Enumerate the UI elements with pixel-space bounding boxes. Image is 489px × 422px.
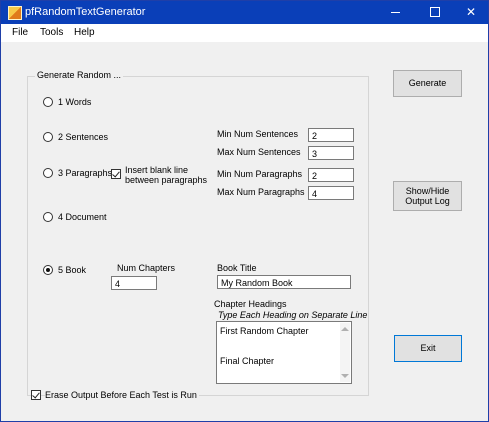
menu-bar: File Tools Help bbox=[1, 24, 488, 42]
max-paragraphs-label: Max Num Paragraphs bbox=[217, 187, 305, 197]
window-title: pfRandomTextGenerator bbox=[25, 6, 146, 18]
erase-output-checkbox[interactable] bbox=[31, 390, 41, 400]
num-chapters-input[interactable]: 4 bbox=[111, 276, 157, 290]
max-sentences-input[interactable]: 3 bbox=[308, 146, 354, 160]
radio-document[interactable] bbox=[43, 212, 53, 222]
app-icon bbox=[8, 6, 22, 20]
scroll-up-icon[interactable] bbox=[341, 327, 349, 331]
radio-book[interactable] bbox=[43, 265, 53, 275]
min-sentences-label: Min Num Sentences bbox=[217, 129, 299, 139]
maximize-icon bbox=[430, 7, 440, 17]
insert-blank-line-label-1[interactable]: Insert blank line bbox=[125, 165, 188, 175]
menu-tools[interactable]: Tools bbox=[40, 27, 63, 38]
main-window: pfRandomTextGenerator ✕ File Tools Help … bbox=[0, 0, 489, 422]
minimize-button[interactable] bbox=[377, 1, 413, 24]
radio-words-label[interactable]: 1 Words bbox=[58, 97, 91, 107]
heading-line-3: Final Chapter bbox=[220, 356, 275, 366]
show-hide-log-button[interactable]: Show/Hide Output Log bbox=[393, 181, 462, 211]
show-hide-label-2: Output Log bbox=[405, 196, 450, 206]
max-sentences-label: Max Num Sentences bbox=[217, 147, 301, 157]
check-icon bbox=[32, 390, 40, 399]
book-title-input[interactable]: My Random Book bbox=[217, 275, 351, 289]
minimize-icon bbox=[391, 12, 400, 13]
min-paragraphs-input[interactable]: 2 bbox=[308, 168, 354, 182]
maximize-button[interactable] bbox=[417, 1, 453, 24]
min-paragraphs-label: Min Num Paragraphs bbox=[217, 169, 303, 179]
title-bar[interactable]: pfRandomTextGenerator ✕ bbox=[1, 1, 488, 24]
insert-blank-line-checkbox[interactable] bbox=[111, 169, 121, 179]
radio-sentences[interactable] bbox=[43, 132, 53, 142]
menu-file[interactable]: File bbox=[12, 27, 28, 38]
show-hide-label-1: Show/Hide bbox=[405, 186, 450, 196]
radio-sentences-label[interactable]: 2 Sentences bbox=[58, 132, 108, 142]
scroll-down-icon[interactable] bbox=[341, 374, 349, 378]
radio-paragraphs[interactable] bbox=[43, 168, 53, 178]
min-sentences-input[interactable]: 2 bbox=[308, 128, 354, 142]
check-icon bbox=[112, 169, 120, 178]
exit-button[interactable]: Exit bbox=[394, 335, 462, 362]
chapter-headings-scrollbar[interactable] bbox=[340, 323, 350, 382]
close-button[interactable]: ✕ bbox=[453, 1, 488, 24]
chapter-headings-textarea[interactable]: First Random Chapter Final Chapter bbox=[216, 321, 352, 384]
heading-line-1: First Random Chapter bbox=[220, 326, 309, 336]
insert-blank-line-label-2[interactable]: between paragraphs bbox=[125, 175, 207, 185]
radio-words[interactable] bbox=[43, 97, 53, 107]
generate-button[interactable]: Generate bbox=[393, 70, 462, 97]
generate-button-label: Generate bbox=[408, 78, 447, 88]
close-icon: ✕ bbox=[465, 5, 477, 19]
group-label: Generate Random ... bbox=[35, 70, 124, 80]
erase-output-label[interactable]: Erase Output Before Each Test is Run bbox=[45, 390, 199, 400]
exit-button-label: Exit bbox=[420, 343, 436, 353]
chapter-headings-hint: Type Each Heading on Separate Line bbox=[218, 310, 368, 320]
book-title-label: Book Title bbox=[217, 263, 257, 273]
radio-paragraphs-label[interactable]: 3 Paragraphs bbox=[58, 168, 112, 178]
chapter-headings-label: Chapter Headings bbox=[214, 299, 287, 309]
radio-book-label[interactable]: 5 Book bbox=[58, 265, 86, 275]
max-paragraphs-input[interactable]: 4 bbox=[308, 186, 354, 200]
menu-help[interactable]: Help bbox=[74, 27, 95, 38]
num-chapters-label: Num Chapters bbox=[117, 263, 176, 273]
radio-document-label[interactable]: 4 Document bbox=[58, 212, 107, 222]
